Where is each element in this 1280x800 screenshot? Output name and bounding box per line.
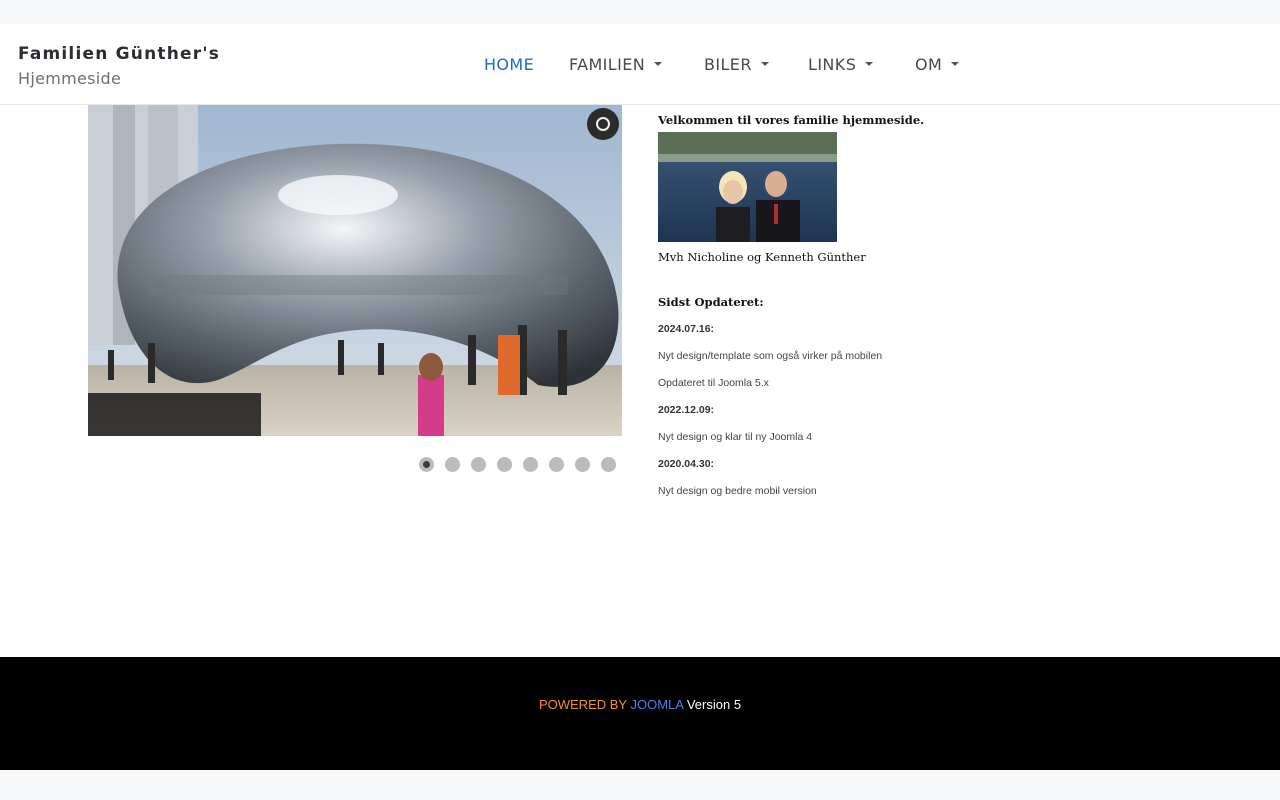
- bottom-strip: [0, 770, 1280, 800]
- slider-dot[interactable]: [445, 457, 460, 472]
- update-entry: Nyt design og bedre mobil version: [658, 485, 817, 497]
- update-date: 2020.04.30:: [658, 458, 715, 470]
- slider-dot[interactable]: [549, 457, 564, 472]
- nav-item-label: BILER: [704, 55, 752, 74]
- footer-joomla-link[interactable]: JOOMLA: [630, 697, 683, 712]
- welcome-heading: Velkommen til vores familie hjemmeside.: [658, 113, 925, 127]
- slide-timer-icon[interactable]: [587, 108, 619, 140]
- slider-dot[interactable]: [601, 457, 616, 472]
- nav-item-home[interactable]: HOME: [484, 55, 534, 74]
- caret-down-icon: [760, 61, 769, 66]
- update-date: 2022.12.09:: [658, 404, 715, 416]
- update-entry: Nyt design/template som også virker på m…: [658, 350, 883, 362]
- nav-item-label: HOME: [484, 55, 535, 74]
- slide-caption: [88, 393, 261, 436]
- slide-image: [88, 105, 622, 436]
- top-strip: [0, 0, 1280, 24]
- main-content: Velkommen til vores familie hjemmeside. …: [0, 105, 1280, 657]
- slider-dot[interactable]: [523, 457, 538, 472]
- nav-item-links[interactable]: LINKS: [808, 55, 874, 74]
- site-footer: POWERED BY JOOMLA Version 5: [0, 657, 1280, 770]
- footer-version: Version 5: [686, 697, 742, 712]
- regards-text: Mvh Nicholine og Kenneth Günther: [658, 250, 866, 264]
- caret-down-icon: [951, 61, 960, 66]
- footer-powered: POWERED BY: [538, 697, 627, 712]
- nav-item-label: OM: [915, 55, 943, 74]
- update-date: 2024.07.16:: [658, 323, 715, 335]
- nav-item-om[interactable]: OM: [915, 55, 960, 74]
- family-photo: [658, 132, 837, 242]
- caret-down-icon: [654, 61, 663, 66]
- update-entry: Nyt design og klar til ny Joomla 4: [658, 431, 813, 443]
- slider-dot[interactable]: [497, 457, 512, 472]
- caret-down-icon: [865, 61, 874, 66]
- nav-item-biler[interactable]: BILER: [704, 55, 769, 74]
- updates-title: Sidst Opdateret:: [658, 295, 764, 309]
- main-nav: HOME FAMILIEN BILER LINKS OM: [0, 24, 1280, 104]
- slider-dot[interactable]: [471, 457, 486, 472]
- image-slider[interactable]: [88, 105, 622, 436]
- nav-item-familien[interactable]: FAMILIEN: [569, 55, 663, 74]
- update-entry: Opdateret til Joomla 5.x: [658, 377, 769, 389]
- nav-item-label: LINKS: [808, 55, 857, 74]
- nav-item-label: FAMILIEN: [569, 55, 646, 74]
- slider-dot[interactable]: [575, 457, 590, 472]
- slider-dot[interactable]: [419, 457, 434, 472]
- footer-credit: POWERED BY JOOMLA Version 5: [0, 697, 1280, 712]
